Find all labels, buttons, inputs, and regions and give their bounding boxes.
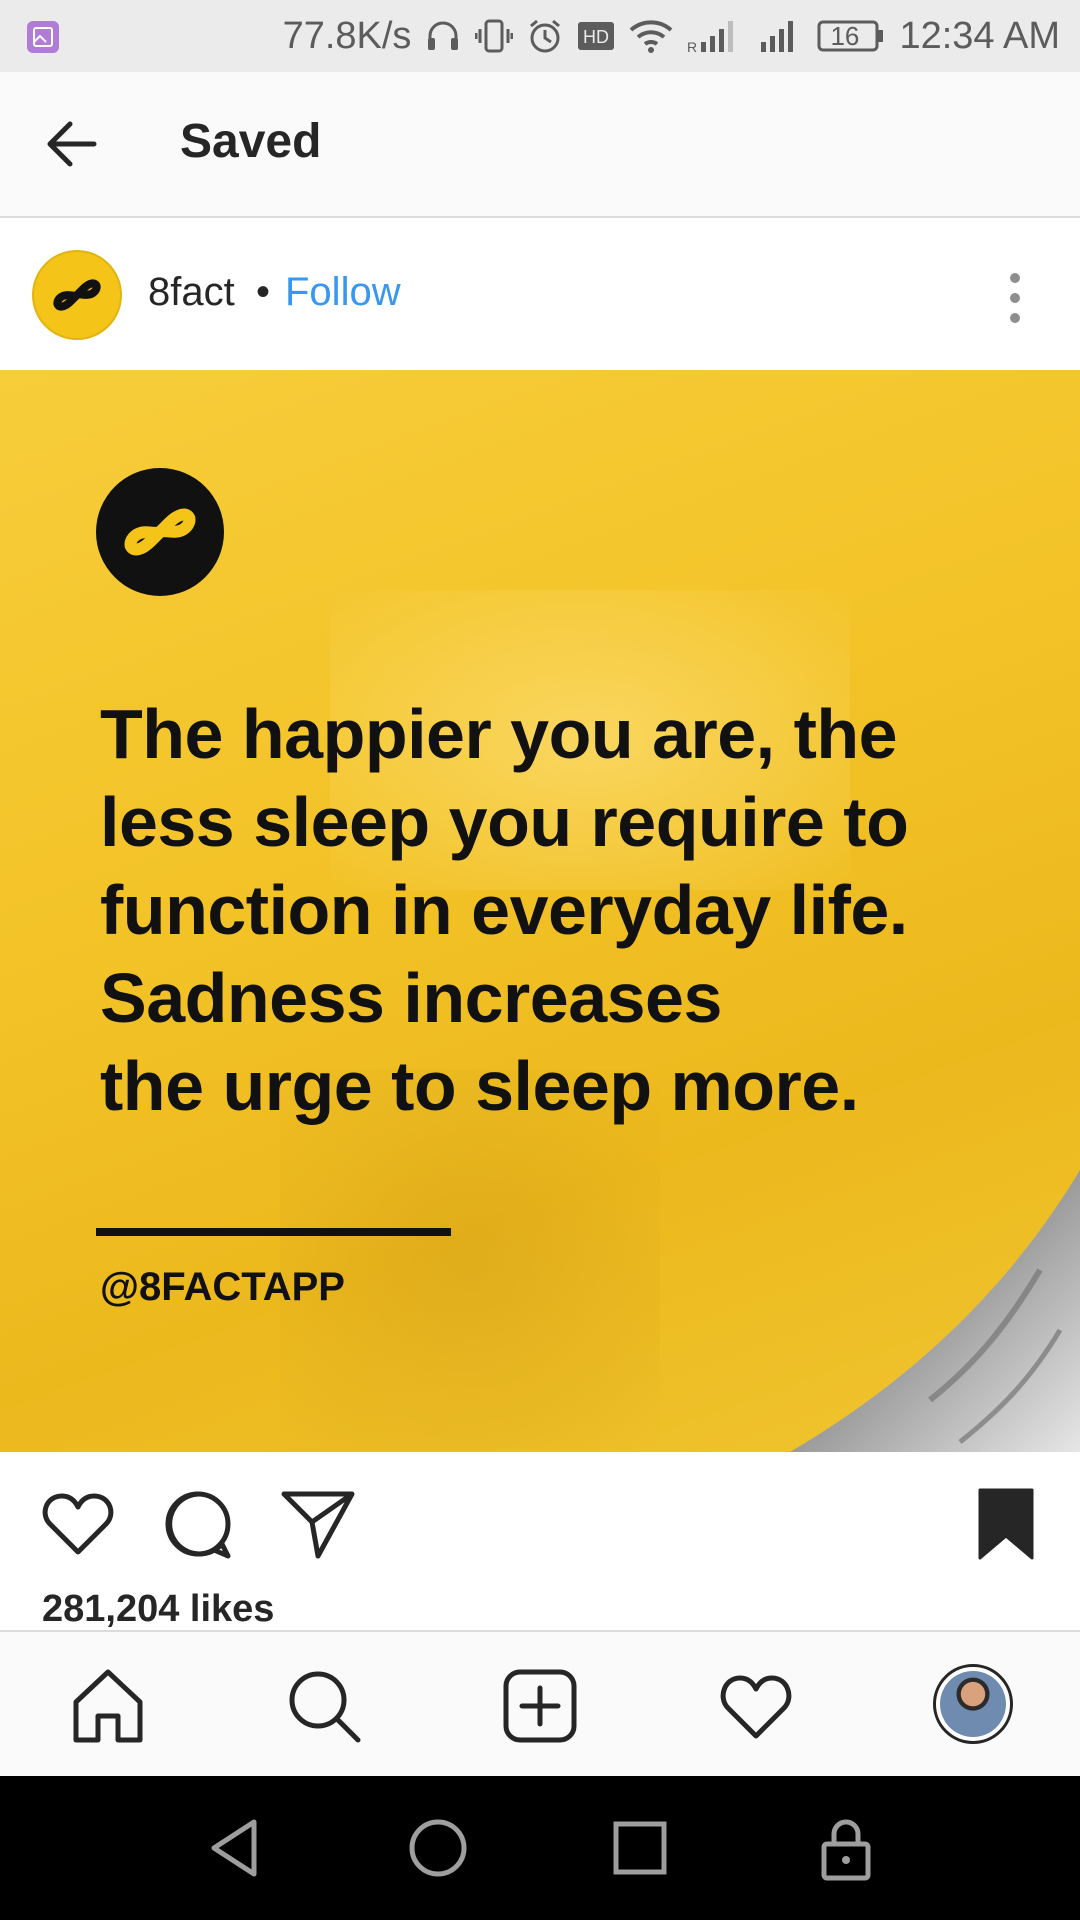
profile-avatar[interactable] [933, 1664, 1013, 1744]
post-avatar[interactable] [32, 250, 122, 340]
divider-line [96, 1228, 451, 1236]
page-title: Saved [180, 115, 322, 168]
8fact-badge-icon [96, 468, 224, 596]
svg-text:HD: HD [583, 27, 609, 47]
post-header: 8fact • Follow [0, 220, 1080, 370]
status-bar: 77.8K/s HD R 16 12:34 AM [0, 0, 1080, 72]
comment-icon[interactable] [160, 1486, 236, 1562]
battery-icon: 16 [817, 18, 885, 54]
fact-line: Sadness increases [100, 959, 722, 1037]
bottom-nav [0, 1630, 1080, 1776]
likes-count[interactable]: 281,204 likes [42, 1588, 274, 1631]
bookmark-icon[interactable] [976, 1486, 1052, 1562]
follow-button[interactable]: Follow [285, 270, 401, 315]
add-post-icon[interactable] [500, 1666, 580, 1746]
fact-line: less sleep you require to [100, 783, 909, 861]
fact-line: function in everyday life. [100, 871, 908, 949]
8fact-logo-icon [53, 279, 101, 311]
headphones-icon [425, 18, 461, 54]
fact-text: The happier you are, the less sleep you … [100, 690, 1000, 1130]
share-icon[interactable] [280, 1486, 356, 1562]
battery-level: 16 [830, 21, 860, 51]
lock-icon[interactable] [810, 1812, 882, 1884]
recents-square-icon[interactable] [604, 1812, 676, 1884]
post-actions: 281,204 likes [0, 1452, 1080, 1630]
fact-line: the urge to sleep more. [100, 1047, 859, 1125]
signal-icon [757, 18, 803, 54]
hd-icon: HD [577, 19, 615, 53]
fact-line: The happier you are, the [100, 695, 898, 773]
network-speed: 77.8K/s [282, 14, 412, 57]
home-circle-icon[interactable] [402, 1812, 474, 1884]
alarm-icon [527, 18, 563, 54]
wifi-icon [629, 18, 673, 54]
search-icon[interactable] [284, 1666, 364, 1746]
arrow-left-icon[interactable] [40, 112, 104, 176]
separator-dot: • [256, 270, 271, 314]
activity-icon[interactable] [716, 1666, 796, 1746]
app-bar: Saved [0, 72, 1080, 218]
image-handle: @8FACTAPP [100, 1265, 345, 1309]
home-icon[interactable] [68, 1666, 148, 1746]
clock: 12:34 AM [899, 14, 1060, 57]
svg-text:R: R [687, 39, 697, 54]
system-navigation-bar [0, 1776, 1080, 1920]
gallery-icon [26, 20, 60, 59]
back-triangle-icon[interactable] [200, 1812, 272, 1884]
more-vertical-icon[interactable] [1000, 268, 1030, 328]
vibrate-icon [475, 17, 514, 55]
post-image[interactable]: The happier you are, the less sleep you … [0, 370, 1080, 1452]
post-username[interactable]: 8fact [148, 270, 235, 315]
heart-icon[interactable] [40, 1486, 116, 1562]
signal-icon: R [687, 18, 743, 54]
